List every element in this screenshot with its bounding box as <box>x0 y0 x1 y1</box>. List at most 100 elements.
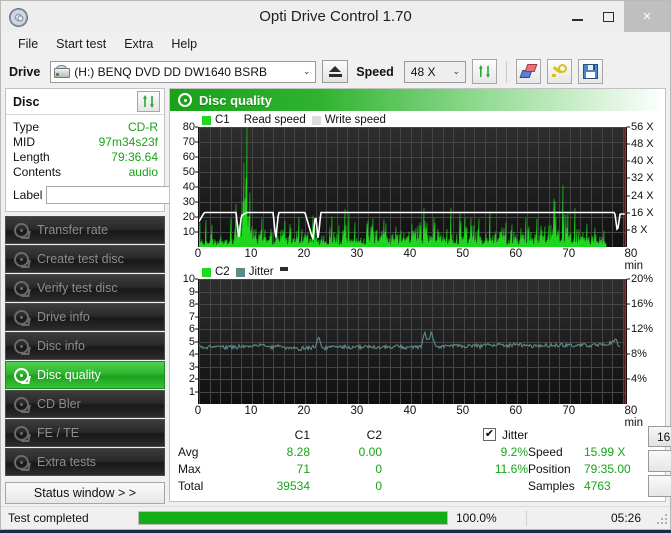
axis-tick-label: 50 <box>182 166 195 178</box>
menu-item-start-test[interactable]: Start test <box>47 35 115 53</box>
stats-value-c1: 71 <box>296 461 310 476</box>
sidebar-item-cd-bler[interactable]: CD Bler <box>5 390 165 418</box>
sidebar: Disc Type CD-R MID 97m34s23f Length 79:3… <box>5 88 250 506</box>
erase-button[interactable] <box>515 59 541 84</box>
c1-y2-axis-speed: 8 X 16 X 24 X 32 X 40 X 48 X 56 X <box>627 121 661 247</box>
speed-select[interactable]: 48 X ⌄ <box>403 60 466 83</box>
legend-label: Read speed <box>243 114 306 126</box>
axis-tick-label: 0 <box>194 405 202 417</box>
sidebar-item-label: CD Bler <box>37 397 81 411</box>
disc-refresh-button[interactable] <box>137 91 160 112</box>
jitter-toggle-row: ✔ Jitter <box>393 426 528 443</box>
stats-value-c2: 0 <box>375 461 382 476</box>
write-speed-select[interactable]: 16 X CLV ⌄ <box>648 426 671 447</box>
axis-tick-label: 30 <box>350 405 364 417</box>
disc-row-mid: MID 97m34s23f <box>13 134 158 149</box>
eraser-icon <box>519 64 538 79</box>
sidebar-item-disc-info[interactable]: Disc info <box>5 332 165 360</box>
axis-tick-label: 4% <box>631 373 647 385</box>
axis-tick-label: 10 <box>244 405 258 417</box>
axis-tick-label: 40 <box>403 248 417 260</box>
unlock-button[interactable] <box>546 59 572 84</box>
progress-percent: 100.0% <box>456 511 497 525</box>
refresh-icon <box>477 64 492 79</box>
refresh-icon <box>141 94 156 109</box>
axis-tick-label: 20 <box>182 211 195 223</box>
axis-tick-label: 20% <box>631 273 654 285</box>
axis-tick-mark <box>627 126 630 128</box>
c1-plot-area <box>198 127 627 247</box>
legend-label: C2 <box>215 266 230 278</box>
test-nav-list: Transfer rate Create test disc Verify te… <box>5 216 165 476</box>
c2-y-axis: 1 2 3 4 5 6 7 8 9 10 <box>172 273 198 404</box>
disc-row-value: audio <box>128 164 158 179</box>
jitter-stats: ✔ Jitter 9.2% 11.6% <box>393 426 528 497</box>
c1-chart-legend: C1 Read speed Write speed <box>172 113 661 127</box>
axis-tick-mark <box>627 278 630 280</box>
eject-button[interactable] <box>322 60 349 83</box>
sidebar-item-transfer-rate[interactable]: Transfer rate <box>5 216 165 244</box>
c2-plot-area <box>198 279 627 404</box>
jitter-series <box>199 330 621 352</box>
drive-select-value: (H:) BENQ DVD DD DW1640 BSRB <box>74 64 267 79</box>
stats-row-total: Total 39534 0 <box>178 477 393 494</box>
status-divider <box>526 510 527 526</box>
disc-test-icon <box>14 396 31 413</box>
maximize-button[interactable] <box>593 1 624 32</box>
axis-tick-label: 30 <box>182 196 195 208</box>
sidebar-item-drive-info[interactable]: Drive info <box>5 303 165 331</box>
samples-row: Samples 4763 <box>528 477 648 494</box>
resize-grip[interactable] <box>655 512 667 524</box>
axis-tick-label: 10 <box>182 226 195 238</box>
disc-row-key: MID <box>13 134 35 149</box>
legend-marker <box>279 267 288 271</box>
menu-item-file[interactable]: File <box>9 35 47 53</box>
legend-write-speed: Write speed <box>311 114 386 126</box>
elapsed-time: 05:26 <box>610 511 641 525</box>
error-stats-grid: C1 C2 Avg 8.28 0.00 Max 71 0 Total 39534… <box>178 426 393 497</box>
sidebar-item-create-test-disc[interactable]: Create test disc <box>5 245 165 273</box>
pane-header: Disc quality <box>170 89 665 111</box>
axis-tick-mark <box>627 160 630 162</box>
legend-jitter: Jitter <box>235 266 274 278</box>
start-part-button[interactable]: Start part <box>648 475 671 497</box>
jitter-label: Jitter <box>501 427 528 442</box>
speed-select-value: 48 X <box>410 64 436 79</box>
axis-tick-label: 10 <box>182 273 195 285</box>
sidebar-item-disc-quality[interactable]: Disc quality <box>5 361 165 389</box>
plot-svg <box>199 279 626 404</box>
axis-tick-label: 8 X <box>631 223 648 236</box>
legend-read-speed: Read speed <box>244 114 306 126</box>
samples-value: 4763 <box>584 478 611 493</box>
axis-tick-mark <box>627 177 630 179</box>
drive-label: Drive <box>9 64 41 79</box>
jitter-checkbox[interactable]: ✔ <box>482 428 496 441</box>
axis-tick-label: 56 X <box>631 121 654 133</box>
disc-row-value: CD-R <box>128 119 158 134</box>
axis-tick-mark <box>627 328 630 330</box>
progress-stats: Speed 15.99 X Position 79:35.00 Samples … <box>528 426 648 497</box>
sidebar-item-label: Create test disc <box>37 252 124 266</box>
menu-item-help[interactable]: Help <box>162 35 206 53</box>
axis-tick-label: 70 <box>562 248 576 260</box>
sidebar-item-label: Disc info <box>37 339 85 353</box>
charts-container: C1 Read speed Write speed 10 20 30 40 50 60 70… <box>170 111 665 429</box>
disc-row-key: Contents <box>13 164 62 179</box>
floppy-save-icon <box>582 64 598 79</box>
drive-select[interactable]: (H:) BENQ DVD DD DW1640 BSRB ⌄ <box>50 60 317 83</box>
axis-tick-label: 30 <box>350 248 364 260</box>
stats-row-label: Max <box>178 461 201 476</box>
start-full-button[interactable]: Start full <box>648 450 671 472</box>
sidebar-item-fe-te[interactable]: FE / TE <box>5 419 165 447</box>
axis-tick-mark <box>627 303 630 305</box>
toolbar-divider <box>505 60 507 83</box>
sidebar-item-verify-test-disc[interactable]: Verify test disc <box>5 274 165 302</box>
close-button[interactable]: × <box>624 1 670 32</box>
minimize-button[interactable] <box>562 1 593 32</box>
stats-row-label: Avg <box>178 444 199 459</box>
refresh-button[interactable] <box>471 59 497 84</box>
save-button[interactable] <box>577 59 603 84</box>
sidebar-item-extra-tests[interactable]: Extra tests <box>5 448 165 476</box>
status-window-button[interactable]: Status window > > <box>5 482 165 504</box>
menu-item-extra[interactable]: Extra <box>115 35 162 53</box>
